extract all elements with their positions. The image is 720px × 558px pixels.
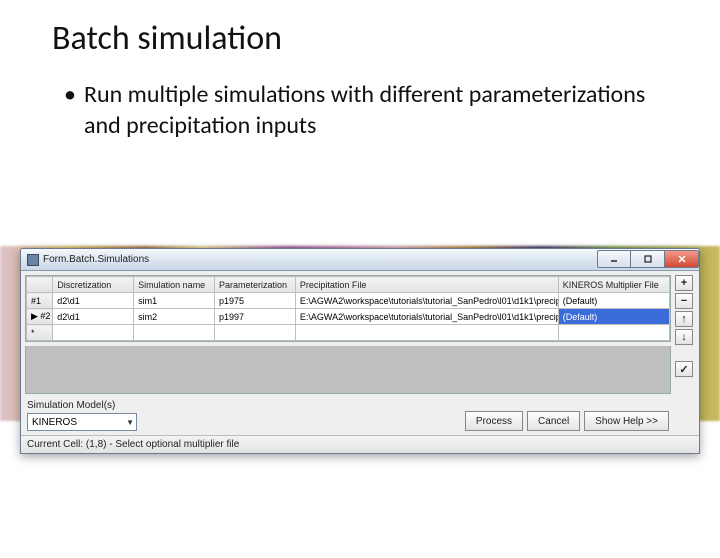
process-button[interactable]: Process <box>465 411 523 431</box>
table-row[interactable]: #1 d2\d1 sim1 p1975 E:\AGWA2\workspace\t… <box>27 293 670 309</box>
new-row-marker: * <box>27 325 53 341</box>
confirm-button[interactable]: ✓ <box>675 361 693 377</box>
model-dropdown-value: KINEROS <box>32 417 77 428</box>
close-button[interactable] <box>665 250 699 268</box>
slide-title: Batch simulation <box>52 18 720 59</box>
minimize-button[interactable] <box>597 250 631 268</box>
show-help-button[interactable]: Show Help >> <box>584 411 669 431</box>
window-controls <box>597 249 699 270</box>
col-parameterization[interactable]: Parameterization <box>215 277 296 293</box>
cell-disc[interactable]: d2\d1 <box>53 293 134 309</box>
app-icon <box>27 254 39 266</box>
action-buttons: Process Cancel Show Help >> <box>465 411 669 431</box>
cell-precip[interactable]: E:\AGWA2\workspace\tutorials\tutorial_Sa… <box>295 309 558 325</box>
col-rowheader <box>27 277 53 293</box>
chevron-down-icon: ▼ <box>126 418 134 427</box>
row-action-panel: + − ↑ ↓ ✓ <box>675 275 693 377</box>
model-dropdown[interactable]: KINEROS ▼ <box>27 413 137 431</box>
grid-empty-area <box>25 346 671 394</box>
status-text: Current Cell: (1,8) - Select optional mu… <box>27 439 239 450</box>
cell-sim[interactable]: sim2 <box>134 309 215 325</box>
col-sim-name[interactable]: Simulation name <box>134 277 215 293</box>
cell-precip[interactable]: E:\AGWA2\workspace\tutorials\tutorial_Sa… <box>295 293 558 309</box>
cell-param[interactable]: p1975 <box>215 293 296 309</box>
col-multiplier-file[interactable]: KINEROS Multiplier File <box>558 277 669 293</box>
cell-mult-selected[interactable]: (Default) <box>558 309 669 325</box>
move-up-button[interactable]: ↑ <box>675 311 693 327</box>
close-icon <box>677 254 687 264</box>
move-down-button[interactable]: ↓ <box>675 329 693 345</box>
cell-sim[interactable]: sim1 <box>134 293 215 309</box>
grid-header-row: Discretization Simulation name Parameter… <box>27 277 670 293</box>
cancel-button[interactable]: Cancel <box>527 411 580 431</box>
maximize-icon <box>643 254 653 264</box>
window-title: Form.Batch.Simulations <box>43 254 149 265</box>
new-row[interactable]: * <box>27 325 670 341</box>
col-discretization[interactable]: Discretization <box>53 277 134 293</box>
col-precip-file[interactable]: Precipitation File <box>295 277 558 293</box>
titlebar: Form.Batch.Simulations <box>21 249 699 271</box>
batch-simulations-window: Form.Batch.Simulations + − ↑ ↓ ✓ <box>20 248 700 454</box>
cell-mult[interactable]: (Default) <box>558 293 669 309</box>
row-header: ▶ #2 <box>27 309 53 325</box>
slide-bullet: Run multiple simulations with different … <box>64 79 656 141</box>
maximize-button[interactable] <box>631 250 665 268</box>
remove-row-button[interactable]: − <box>675 293 693 309</box>
simulations-grid[interactable]: Discretization Simulation name Parameter… <box>25 275 671 342</box>
cell-disc[interactable]: d2\d1 <box>53 309 134 325</box>
add-row-button[interactable]: + <box>675 275 693 291</box>
row-header: #1 <box>27 293 53 309</box>
table-row[interactable]: ▶ #2 d2\d1 sim2 p1997 E:\AGWA2\workspace… <box>27 309 670 325</box>
status-bar: Current Cell: (1,8) - Select optional mu… <box>21 435 699 453</box>
cell-param[interactable]: p1997 <box>215 309 296 325</box>
minimize-icon <box>609 254 619 264</box>
model-section-label: Simulation Model(s) <box>27 400 693 411</box>
